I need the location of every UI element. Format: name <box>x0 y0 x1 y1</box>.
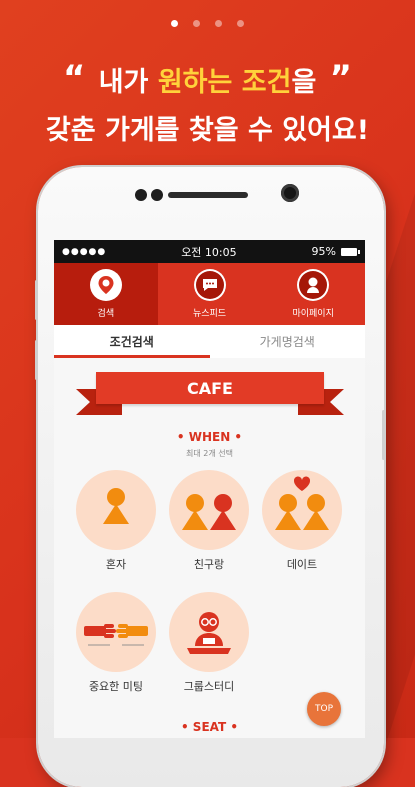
search-content: CAFE • WHEN • 최대 2개 선택 혼자 친구랑 데이트 중요한 미팅… <box>54 358 365 738</box>
app-screen: ●●●●● 오전 10:05 95% 검색 뉴스피드 마이페이지 조건검색 가게… <box>54 240 365 738</box>
alone-icon <box>76 470 156 550</box>
nav-label-newsfeed: 뉴스피드 <box>192 309 227 319</box>
battery-percent: 95% <box>311 245 336 258</box>
when-section-title: • WHEN • <box>176 430 243 444</box>
headline-line-1: 내가 원하는 조건을 <box>98 67 317 98</box>
phone-volume-button <box>35 340 38 380</box>
option-label: 중요한 미팅 <box>88 680 144 693</box>
search-tabs: 조건검색 가게명검색 <box>54 325 365 358</box>
person-icon <box>275 494 301 530</box>
battery-icon <box>341 247 360 256</box>
phone-power-button <box>382 410 385 460</box>
nav-label-search: 검색 <box>97 309 115 319</box>
option-label: 혼자 <box>105 558 127 571</box>
person-icon <box>210 494 236 530</box>
page-dot-2[interactable] <box>193 20 200 27</box>
option-group-study[interactable]: 그룹스터디 <box>169 592 249 694</box>
status-bar: ●●●●● 오전 10:05 95% <box>54 240 365 263</box>
nav-item-mypage[interactable]: 마이페이지 <box>261 263 365 325</box>
status-time: 오전 10:05 <box>181 245 237 259</box>
phone-speaker <box>168 192 248 198</box>
phone-sensor-icon <box>135 189 147 201</box>
heart-icon <box>293 476 311 491</box>
page-dot-1[interactable] <box>171 20 178 27</box>
top-button-label: TOP <box>314 704 333 714</box>
user-icon <box>297 269 330 301</box>
option-label: 친구랑 <box>193 558 225 571</box>
option-date[interactable]: 데이트 <box>262 470 342 572</box>
handshake-icon <box>76 592 156 672</box>
category-banner: CAFE <box>76 372 344 418</box>
headline-line-2: 갖춘 가게를 찾을 수 있어요! <box>45 115 370 146</box>
option-with-friend[interactable]: 친구랑 <box>169 470 249 572</box>
map-pin-icon <box>89 269 122 301</box>
battery-indicator: 95% <box>311 245 360 258</box>
page-dot-3[interactable] <box>215 20 222 27</box>
nav-label-mypage: 마이페이지 <box>292 309 334 319</box>
tab-store-name-search[interactable]: 가게명검색 <box>210 325 366 358</box>
date-icon <box>262 470 342 550</box>
phone-camera-icon <box>281 184 299 202</box>
scroll-top-button[interactable]: TOP <box>307 692 341 726</box>
option-important-meeting[interactable]: 중요한 미팅 <box>76 592 156 694</box>
chat-bubble-icon <box>193 269 226 301</box>
nav-item-newsfeed[interactable]: 뉴스피드 <box>158 263 262 325</box>
person-icon <box>182 494 208 530</box>
person-icon <box>103 488 129 524</box>
main-nav: 검색 뉴스피드 마이페이지 <box>54 263 365 325</box>
signal-indicator: ●●●●● <box>62 246 107 257</box>
phone-volume-button <box>35 280 38 320</box>
option-alone[interactable]: 혼자 <box>76 470 156 572</box>
nav-item-search[interactable]: 검색 <box>54 263 158 325</box>
when-subtitle: 최대 2개 선택 <box>186 449 233 458</box>
page-dot-4[interactable] <box>237 20 244 27</box>
phone-sensor-icon <box>151 189 163 201</box>
group-study-icon <box>169 592 249 672</box>
person-icon <box>303 494 329 530</box>
pagination-dots <box>0 20 415 27</box>
category-title: CAFE <box>96 372 324 404</box>
option-label: 그룹스터디 <box>183 680 235 693</box>
tab-condition-search[interactable]: 조건검색 <box>54 325 210 358</box>
option-label: 데이트 <box>286 558 318 571</box>
friends-icon <box>169 470 249 550</box>
